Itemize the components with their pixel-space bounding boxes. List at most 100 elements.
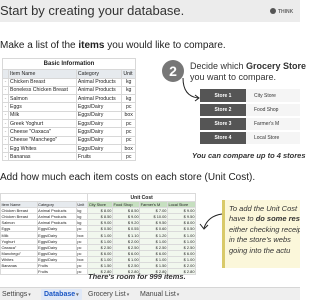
table-cell[interactable]: kg: [121, 77, 136, 87]
basic-table-title: Basic Information: [2, 58, 136, 70]
tip-line: To add the Unit Cost: [229, 204, 298, 213]
chevron-down-icon: ▾: [76, 292, 79, 298]
table-cell[interactable]: Greek Yoghurt: [8, 118, 77, 129]
table-cell[interactable]: Animal Products: [75, 94, 123, 104]
table-cell[interactable]: Eggs/Dairy: [75, 127, 123, 137]
store-label: Store 1: [200, 89, 246, 104]
tab-database[interactable]: Database▾: [41, 289, 82, 300]
stores-table: Store 1 City Store Store 2 Food Shop Store…: [200, 89, 300, 146]
table-cell[interactable]: Egg Whites: [8, 143, 77, 154]
table-cell[interactable]: box: [121, 143, 136, 154]
table-row: - Boneless Chicken Breast Animal Products k…: [2, 85, 136, 96]
table-cell[interactable]: Animal Products: [75, 77, 123, 87]
table-cell[interactable]: Cheese "Oaxaca": [8, 127, 77, 137]
tip-bold: do some resea: [255, 214, 300, 224]
table-cell[interactable]: Cheese "Manchego": [8, 135, 77, 145]
table-cell[interactable]: Chicken Breast: [8, 77, 77, 87]
step2-instruction-line1: Decide which Grocery Store: [190, 61, 306, 71]
step1-bold: items: [78, 40, 105, 51]
table-cell[interactable]: Eggs: [8, 102, 77, 112]
table-cell[interactable]: Eggs/Dairy: [75, 102, 123, 112]
table-row: - Cheese "Oaxaca" Eggs/Dairy pc: [2, 127, 136, 137]
table-cell[interactable]: Eggs/Dairy: [75, 135, 123, 145]
chevron-down-icon: ▾: [126, 292, 130, 298]
basic-table-header: Item Name Category Unit: [2, 69, 136, 79]
compare-note: You can compare up to 4 stores: [192, 151, 306, 160]
table-row: - Chicken Breast Animal Products kg: [2, 77, 136, 87]
tab-label: Database: [44, 291, 76, 298]
step3-instruction: Add how much each item costs on each sto…: [0, 172, 256, 183]
tip-line: have to do some resea: [229, 214, 300, 224]
table-cell[interactable]: [0, 268, 38, 276]
table-cell[interactable]: Salmon: [8, 94, 77, 104]
store-row: Store 1 City Store: [200, 89, 300, 104]
table-cell[interactable]: pc: [121, 135, 136, 145]
tip-line: either checking receipt: [229, 224, 300, 234]
basic-information-table: Basic Information Item Name Category Uni…: [2, 58, 136, 162]
table-cell[interactable]: Boneless Chicken Breast: [8, 85, 77, 96]
tab-grocery-list[interactable]: Grocery List▾: [88, 289, 129, 300]
basic-info-spacer: [0, 193, 89, 202]
table-row: - Egg Whites Eggs/Dairy box: [2, 143, 136, 154]
table-cell[interactable]: kg: [121, 85, 136, 96]
unit-cost-table: Unit Cost Item Name Category Unit City S…: [0, 193, 197, 276]
table-cell[interactable]: Eggs/Dairy: [75, 110, 123, 121]
table-cell[interactable]: pc: [121, 118, 136, 129]
step1-suffix: you would like to compare.: [104, 40, 226, 51]
column-header[interactable]: Category: [75, 69, 123, 79]
store-label: Store 4: [200, 131, 246, 146]
store-name-field[interactable]: City Store: [246, 89, 300, 104]
table-row: - Greek Yoghurt Eggs/Dairy pc: [2, 118, 136, 129]
tab-label: Settings: [2, 291, 28, 298]
table-cell[interactable]: pc: [121, 127, 136, 137]
table-cell[interactable]: Eggs/Dairy: [75, 118, 123, 129]
table-row: - Eggs Eggs/Dairy pc: [2, 102, 136, 112]
table-cell[interactable]: Bananas: [8, 152, 77, 162]
store-row: Store 3 Farmer's M: [200, 117, 300, 132]
column-header[interactable]: Unit: [121, 69, 136, 79]
column-header[interactable]: Item Name: [8, 69, 77, 79]
store-row: Store 4 Local Store: [200, 131, 300, 146]
arrow-to-costs-icon: [199, 213, 223, 230]
room-note: There's room for 999 items.: [88, 272, 186, 281]
tab-settings[interactable]: Settings▾: [2, 289, 31, 300]
table-cell[interactable]: Fruits: [75, 152, 123, 162]
tip-prefix: have to: [229, 214, 256, 224]
step1-instruction: Make a list of the items you would like …: [0, 40, 226, 51]
table-cell[interactable]: kg: [121, 94, 136, 104]
table-cell[interactable]: pc: [121, 152, 136, 162]
table-cell[interactable]: Fruits: [36, 268, 77, 276]
step2-instruction-line2: you want to compare.: [190, 72, 277, 82]
store-label: Store 3: [200, 117, 246, 132]
unit-cost-tip-box: To add the Unit Cost have to do some res…: [222, 200, 300, 268]
table-cell[interactable]: Animal Products: [75, 85, 123, 96]
step1-prefix: Make a list of the: [0, 40, 79, 51]
store-row: Store 2 Food Shop: [200, 103, 300, 118]
store-name-field[interactable]: Food Shop: [246, 103, 300, 118]
table-cell[interactable]: pc: [121, 102, 136, 112]
chevron-down-icon: ▾: [176, 292, 180, 298]
table-row: - Bananas Fruits pc: [2, 152, 136, 162]
chevron-down-icon: ▾: [28, 292, 31, 298]
tab-label: Manual List: [140, 291, 176, 298]
tip-line: in the store's webs: [229, 235, 291, 245]
store-label: Store 2: [200, 103, 246, 118]
cost-table-title: Unit Cost: [87, 193, 196, 202]
store-name-field[interactable]: Local Store: [246, 131, 300, 146]
store-name-field[interactable]: Farmer's M: [246, 117, 300, 132]
tip-line: going into the actu: [229, 245, 291, 255]
table-row: - Cheese "Manchego" Eggs/Dairy pc: [2, 135, 136, 145]
brand-name: THINK: [278, 9, 294, 15]
table-cell[interactable]: Eggs/Dairy: [75, 143, 123, 154]
table-row: - Milk Eggs/Dairy box: [2, 110, 136, 121]
brand-logo-icon: [270, 8, 276, 14]
step2-bold: Grocery Store: [246, 61, 307, 71]
tab-manual-list[interactable]: Manual List▾: [140, 289, 179, 300]
table-cell[interactable]: Milk: [8, 110, 77, 121]
step2-prefix: Decide which: [190, 61, 247, 71]
table-cell[interactable]: pc: [75, 268, 89, 276]
arrow-to-stores-icon: [182, 77, 200, 102]
table-cell[interactable]: box: [121, 110, 136, 121]
table-row: - Salmon Animal Products kg: [2, 94, 136, 104]
tab-label: Grocery List: [88, 291, 126, 298]
